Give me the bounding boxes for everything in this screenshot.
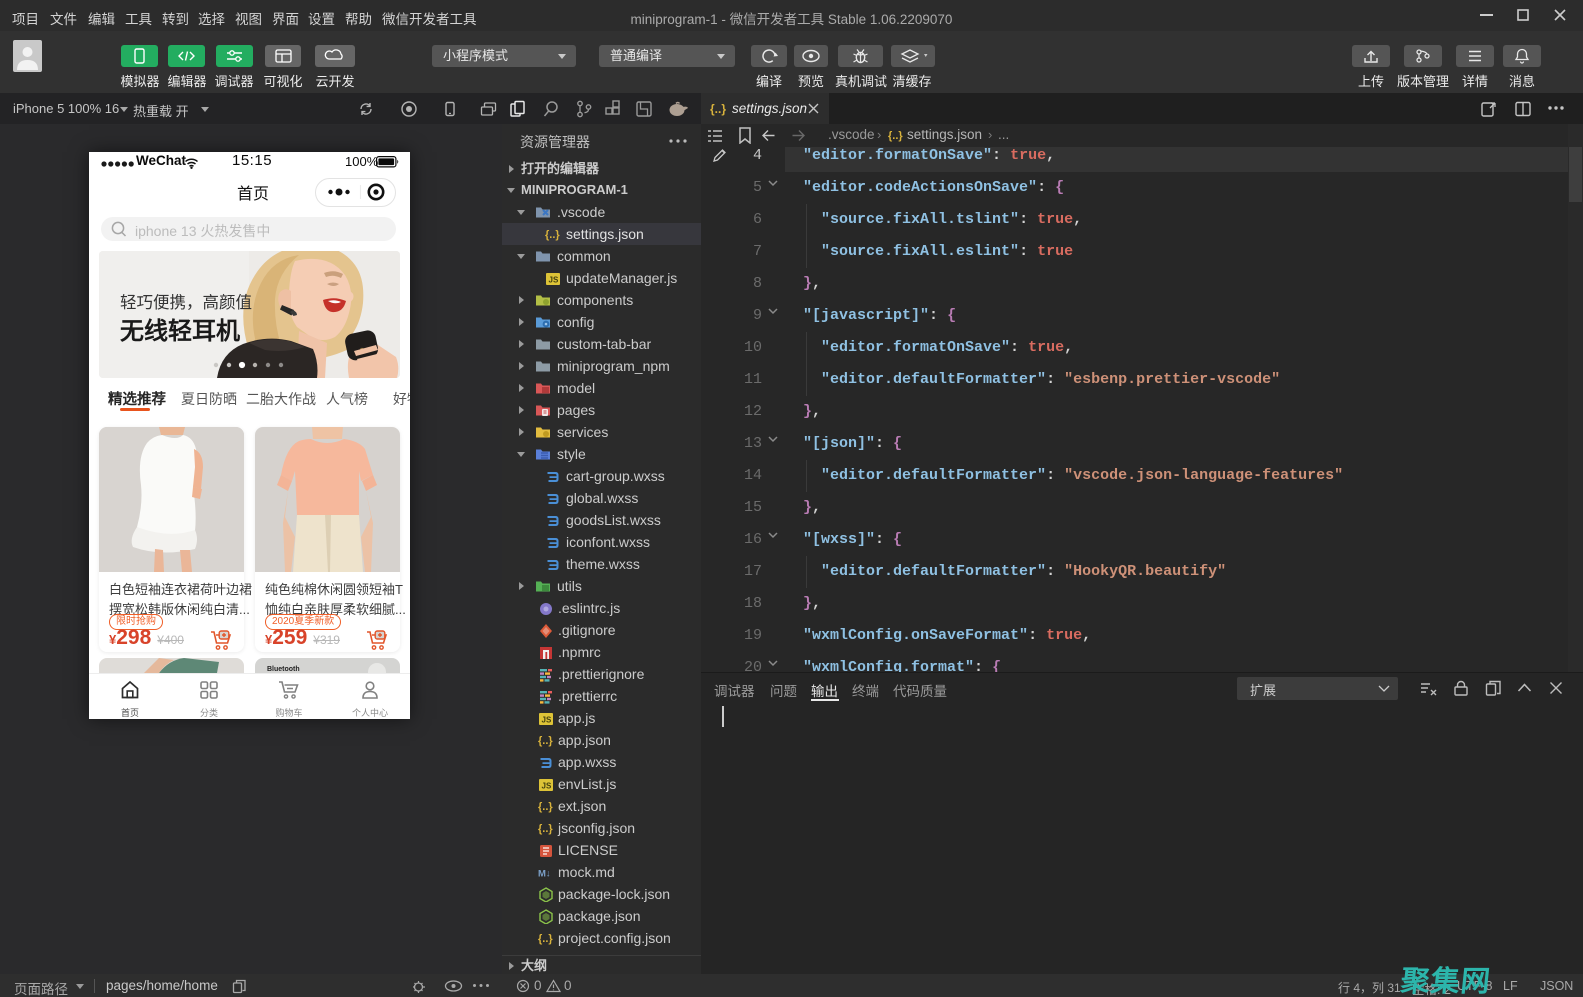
svg-text:{..}: {..} [538,801,553,813]
svg-text:{..}: {..} [538,823,553,835]
svg-text:{..}: {..} [538,933,553,945]
svg-text:{..}: {..} [710,102,726,116]
svg-text:{..}: {..} [538,735,553,747]
svg-text:JS: JS [542,716,552,725]
svg-text:Bluetooth: Bluetooth [267,666,300,673]
svg-text:JS: JS [542,782,552,791]
svg-text:M↓: M↓ [538,869,551,880]
svg-text:JS: JS [549,276,559,285]
svg-text:{..}: {..} [888,130,903,142]
svg-text:{..}: {..} [545,229,560,241]
